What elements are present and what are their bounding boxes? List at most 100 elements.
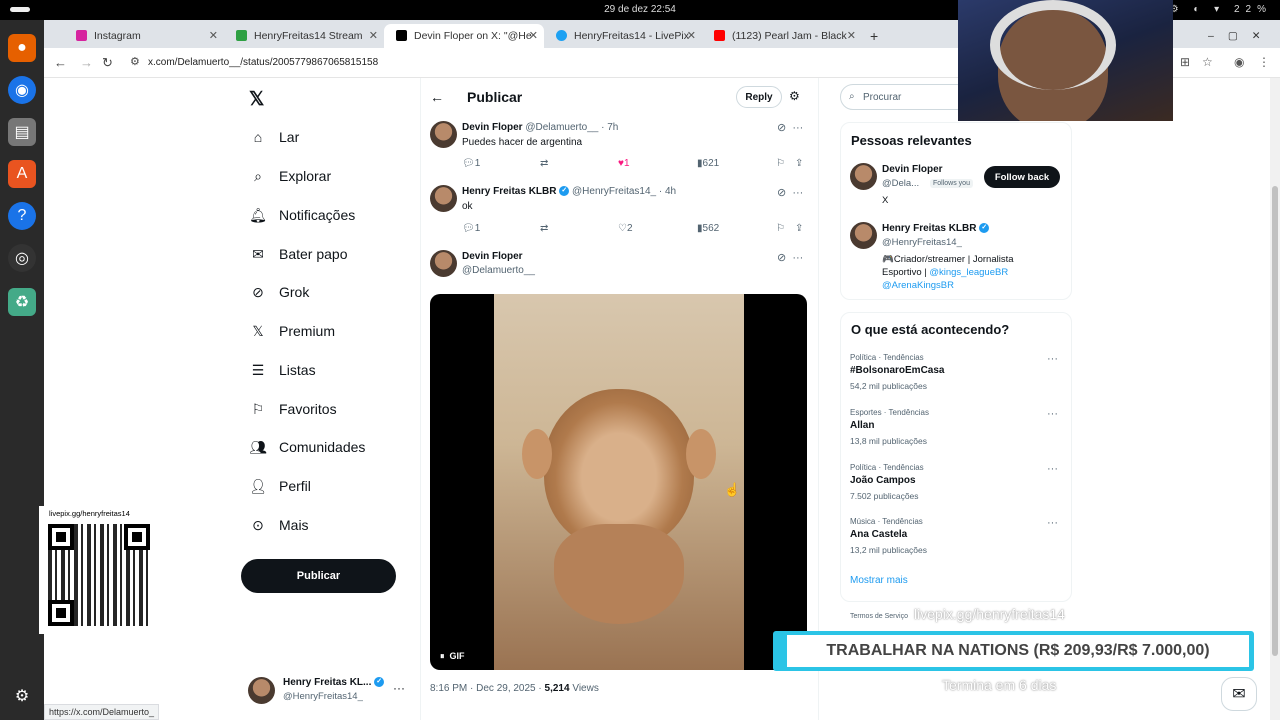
trend-title[interactable]: João Campos bbox=[850, 475, 916, 486]
grok-icon[interactable]: ⊘ bbox=[777, 122, 786, 134]
nav-item-more[interactable]: ⊙ Mais bbox=[249, 513, 308, 537]
tweet-options[interactable]: ⊘ ··· bbox=[777, 121, 803, 134]
more-icon[interactable]: ··· bbox=[393, 681, 405, 695]
trash-icon[interactable]: ♻ bbox=[8, 288, 36, 316]
close-icon[interactable]: ✕ bbox=[209, 29, 218, 42]
reply-icon[interactable]: 💬︎ 1 bbox=[462, 223, 480, 234]
files-icon[interactable]: ▤ bbox=[8, 118, 36, 146]
like-icon[interactable]: ♡ 2 bbox=[618, 223, 633, 234]
views-icon[interactable]: ▮ 621 bbox=[697, 158, 719, 169]
grok-icon[interactable]: ⊘ bbox=[777, 187, 786, 199]
site-info-icon[interactable]: ⚙ bbox=[130, 55, 140, 68]
retweet-icon[interactable]: ⇄ bbox=[540, 158, 548, 169]
retweet-icon[interactable]: ⇄ bbox=[540, 223, 548, 234]
gif-media[interactable]: ⏸ GIF bbox=[430, 294, 807, 670]
nav-item-explore[interactable]: ⌕ Explorar bbox=[249, 164, 331, 188]
bio-link[interactable]: @kings_leagueBR bbox=[929, 267, 1008, 278]
close-icon[interactable]: ✕ bbox=[369, 29, 378, 42]
forward-icon[interactable]: → bbox=[80, 55, 93, 70]
help-icon[interactable]: ? bbox=[8, 202, 36, 230]
scrollbar-thumb[interactable] bbox=[1272, 186, 1278, 656]
more-icon[interactable]: ··· bbox=[792, 122, 803, 134]
back-arrow-icon[interactable]: ← bbox=[430, 89, 444, 105]
bookmark-icon[interactable]: ⚐ bbox=[776, 158, 785, 169]
grok-icon[interactable]: ⊘ bbox=[777, 252, 786, 264]
bio-link[interactable]: @ArenaKingsBR bbox=[882, 280, 954, 291]
follow-back-button[interactable]: Follow back bbox=[984, 166, 1060, 188]
close-icon[interactable]: ✕ bbox=[687, 29, 696, 42]
obs-icon[interactable]: ◎ bbox=[8, 244, 36, 272]
nav-item-profile[interactable]: 👤︎ Perfil bbox=[249, 474, 311, 498]
avatar[interactable] bbox=[430, 185, 457, 212]
more-icon[interactable]: ··· bbox=[792, 252, 803, 264]
like-icon[interactable]: ♥ 1 bbox=[618, 158, 630, 169]
firefox-icon[interactable]: ● bbox=[8, 34, 36, 62]
avatar[interactable] bbox=[430, 121, 457, 148]
translate-icon[interactable]: ⊞ bbox=[1180, 55, 1190, 69]
tab-x-post[interactable]: Devin Floper on X: "@He ✕ bbox=[384, 24, 544, 48]
gif-badge[interactable]: ⏸ GIF bbox=[440, 651, 465, 662]
app-center-icon[interactable]: A bbox=[8, 160, 36, 188]
reply-button[interactable]: Reply bbox=[736, 86, 782, 108]
share-icon[interactable]: ⇪ bbox=[795, 223, 803, 234]
search-input[interactable]: ⌕ Procurar bbox=[840, 84, 970, 110]
reload-icon[interactable]: ↻ bbox=[102, 55, 113, 71]
trend-title[interactable]: Allan bbox=[850, 420, 874, 431]
nav-item-bookmarks[interactable]: ⚐ Favoritos bbox=[249, 397, 337, 421]
more-icon[interactable]: ··· bbox=[1047, 353, 1058, 365]
nav-item-lists[interactable]: ☰ Listas bbox=[249, 358, 316, 382]
more-icon[interactable]: ··· bbox=[1047, 463, 1058, 475]
reply-icon[interactable]: 💬︎ 1 bbox=[462, 158, 480, 169]
apps-grid-icon[interactable]: ⚙ bbox=[8, 682, 36, 710]
terms-link[interactable]: Termos de Serviço bbox=[850, 613, 908, 620]
new-tab-button[interactable]: + bbox=[866, 24, 886, 48]
menu-icon[interactable]: ⋮ bbox=[1258, 55, 1270, 69]
trend-title[interactable]: Ana Castela bbox=[850, 529, 907, 540]
tweet-author[interactable]: Devin Floper @Delamuerto__ · 7h bbox=[462, 122, 618, 133]
close-icon[interactable]: ✕ bbox=[847, 29, 856, 42]
nav-item-grok[interactable]: ⊘ Grok bbox=[249, 280, 309, 304]
tweet-options[interactable]: ⊘ ··· bbox=[777, 251, 803, 264]
tweet-timestamp[interactable]: 8:16 PM · Dec 29, 2025 · bbox=[430, 683, 545, 694]
tab-youtube[interactable]: (1123) Pearl Jam - Black ✕ bbox=[702, 24, 862, 48]
nav-item-notifications[interactable]: 🔔︎ Notificações bbox=[249, 203, 355, 227]
tweet-author[interactable]: Henry Freitas KLBR ✓ @HenryFreitas14_ · … bbox=[462, 186, 676, 197]
nav-item-chat[interactable]: ✉ Bater papo bbox=[249, 242, 347, 266]
more-icon[interactable]: ··· bbox=[1047, 517, 1058, 529]
back-icon[interactable]: ← bbox=[54, 55, 67, 70]
nav-item-home[interactable]: ⌂ Lar bbox=[249, 125, 299, 149]
chrome-icon[interactable]: ◉ bbox=[8, 76, 36, 104]
tweet-options[interactable]: ⊘ ··· bbox=[777, 186, 803, 199]
bookmark-icon[interactable]: ⚐ bbox=[776, 223, 785, 234]
url-field[interactable]: x.com/Delamuerto__/status/20057798670658… bbox=[148, 57, 378, 68]
avatar[interactable] bbox=[850, 163, 877, 190]
show-more-link[interactable]: Mostrar mais bbox=[850, 575, 908, 586]
nav-item-communities[interactable]: 👥︎ Comunidades bbox=[249, 435, 365, 459]
tab-livepix[interactable]: HenryFreitas14 - LivePix ✕ bbox=[544, 24, 702, 48]
share-icon[interactable]: ⇪ bbox=[795, 158, 803, 169]
tab-stream[interactable]: HenryFreitas14 Stream ✕ bbox=[224, 24, 384, 48]
tweet-author-handle[interactable]: @Delamuerto__ bbox=[462, 265, 535, 276]
close-icon[interactable]: ✕ bbox=[529, 29, 538, 42]
tab-instagram[interactable]: Instagram ✕ bbox=[64, 24, 224, 48]
messages-drawer-button[interactable]: ✉ bbox=[1221, 677, 1257, 711]
more-icon[interactable]: ··· bbox=[792, 187, 803, 199]
settings-icon[interactable]: ⚙ bbox=[789, 89, 800, 103]
views-icon[interactable]: ▮ 562 bbox=[697, 223, 719, 234]
tweet-author-name[interactable]: Devin Floper bbox=[462, 251, 523, 262]
person-name[interactable]: Henry Freitas KLBR ✓ bbox=[882, 223, 990, 234]
bookmark-star-icon[interactable]: ☆ bbox=[1202, 55, 1213, 69]
avatar[interactable] bbox=[430, 250, 457, 277]
profile-icon[interactable]: ◉ bbox=[1234, 55, 1244, 69]
window-controls[interactable]: –▢✕ bbox=[1204, 24, 1280, 48]
more-icon[interactable]: ··· bbox=[1047, 408, 1058, 420]
trend-title[interactable]: #BolsonaroEmCasa bbox=[850, 365, 944, 376]
x-logo-icon[interactable]: 𝕏 bbox=[249, 88, 264, 111]
person-name[interactable]: Devin Floper bbox=[882, 164, 943, 175]
system-tray[interactable]: ⚙ ◐ ▾ 22% bbox=[1170, 4, 1272, 15]
page-scrollbar[interactable] bbox=[1270, 78, 1280, 720]
account-switcher[interactable]: Henry Freitas KL... ✓ @HenryFreitas14_ ·… bbox=[248, 676, 408, 706]
avatar[interactable] bbox=[850, 222, 877, 249]
post-button[interactable]: Publicar bbox=[241, 559, 396, 593]
nav-item-premium[interactable]: 𝕏 Premium bbox=[249, 319, 335, 343]
